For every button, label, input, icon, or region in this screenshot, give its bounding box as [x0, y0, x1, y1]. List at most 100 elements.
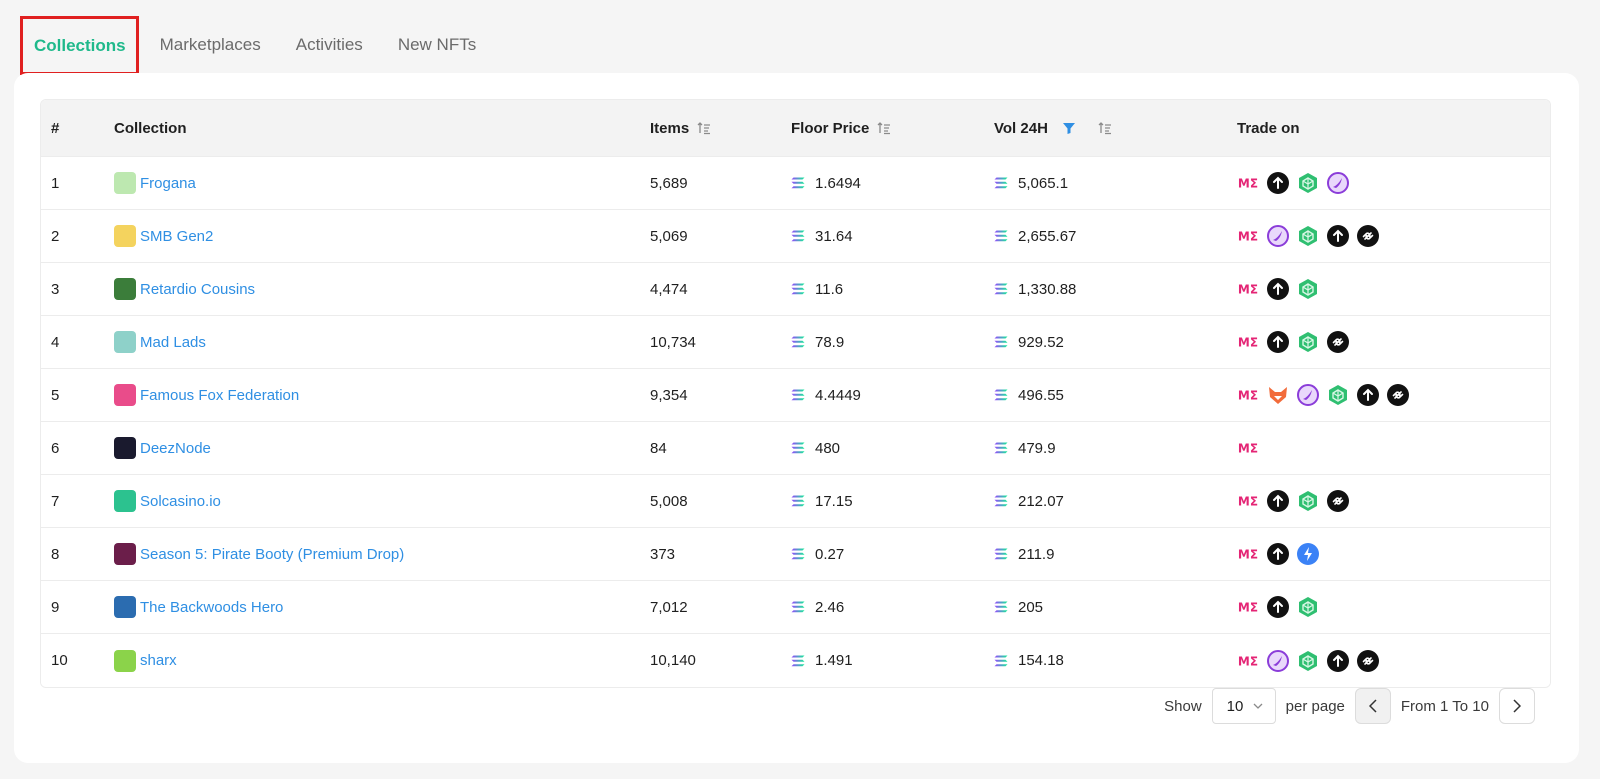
trade-on-cell: MΣ	[1237, 649, 1550, 672]
tab-activities[interactable]: Activities	[296, 33, 363, 57]
hyperspace-icon[interactable]	[1327, 384, 1349, 406]
solanart-icon[interactable]	[1267, 225, 1289, 247]
items-cell: 5,689	[650, 174, 688, 192]
collection-link[interactable]: Season 5: Pirate Booty (Premium Drop)	[140, 546, 404, 563]
collection-link[interactable]: sharx	[140, 652, 177, 669]
sort-icon[interactable]	[1098, 121, 1112, 135]
magic-eden-icon[interactable]: MΣ	[1237, 437, 1259, 459]
collection-link[interactable]: Solcasino.io	[140, 493, 221, 510]
magic-eden-icon[interactable]: MΣ	[1237, 225, 1259, 247]
collection-link[interactable]: Mad Lads	[140, 334, 206, 351]
table-row[interactable]: 5 Famous Fox Federation 9,354 4.4449 496.55 M…	[41, 369, 1550, 422]
magic-eden-icon[interactable]: MΣ	[1237, 331, 1259, 353]
tensor-icon[interactable]	[1357, 384, 1379, 406]
fox-icon[interactable]	[1267, 384, 1289, 406]
vol-24h-cell: 2,655.67	[994, 228, 1237, 245]
tab-new-nfts[interactable]: New NFTs	[398, 33, 476, 57]
collection-avatar[interactable]	[114, 331, 136, 353]
collection-avatar[interactable]	[114, 384, 136, 406]
collection-link[interactable]: Retardio Cousins	[140, 281, 255, 298]
sniper-icon[interactable]	[1357, 649, 1379, 672]
floor-price-value: 0.27	[815, 545, 845, 563]
hyperspace-icon[interactable]	[1297, 490, 1319, 512]
collection-cell: Frogana	[114, 172, 650, 194]
table-row[interactable]: 6 DeezNode 84 480 479.9 MΣ	[41, 422, 1550, 475]
header-items[interactable]: Items	[650, 120, 791, 137]
tensor-icon[interactable]	[1267, 331, 1289, 353]
hyperspace-icon[interactable]	[1297, 225, 1319, 247]
header-collection: Collection	[114, 119, 187, 137]
rank-cell: 10	[51, 652, 68, 669]
collection-avatar[interactable]	[114, 278, 136, 300]
magic-eden-icon[interactable]: MΣ	[1237, 172, 1259, 194]
sort-icon[interactable]	[877, 121, 891, 135]
collection-cell: Solcasino.io	[114, 490, 650, 512]
collection-avatar[interactable]	[114, 172, 136, 194]
hyperspace-icon[interactable]	[1297, 172, 1319, 194]
solanart-icon[interactable]	[1327, 172, 1349, 194]
collection-avatar[interactable]	[114, 596, 136, 618]
collection-link[interactable]: Famous Fox Federation	[140, 387, 299, 404]
collection-avatar[interactable]	[114, 649, 136, 672]
sniper-icon[interactable]	[1327, 490, 1349, 512]
table-row[interactable]: 4 Mad Lads 10,734 78.9 929.52 MΣ	[41, 316, 1550, 369]
tensor-icon[interactable]	[1327, 225, 1349, 247]
rank-cell: 2	[51, 227, 60, 245]
tensor-icon[interactable]	[1327, 649, 1349, 672]
table-row[interactable]: 7 Solcasino.io 5,008 17.15 212.07 MΣ	[41, 475, 1550, 528]
vol-24h-value: 2,655.67	[1018, 227, 1077, 245]
header-vol-24h[interactable]: Vol 24H	[994, 120, 1237, 137]
table-row[interactable]: 1 Frogana 5,689 1.6494 5,065.1 MΣ	[41, 157, 1550, 210]
hyperspace-icon[interactable]	[1297, 278, 1319, 300]
solanart-icon[interactable]	[1267, 649, 1289, 672]
per-page-value: 10	[1226, 697, 1244, 715]
collection-link[interactable]: Frogana	[140, 175, 196, 192]
magic-eden-icon[interactable]: MΣ	[1237, 278, 1259, 300]
tab-collections[interactable]: Collections	[20, 15, 139, 75]
table-row[interactable]: 8 Season 5: Pirate Booty (Premium Drop) 37…	[41, 528, 1550, 581]
collection-link[interactable]: DeezNode	[140, 440, 211, 457]
collection-link[interactable]: The Backwoods Hero	[140, 599, 283, 616]
tensor-icon[interactable]	[1267, 543, 1289, 565]
table-row[interactable]: 10 sharx 10,140 1.491 154.18 MΣ	[41, 634, 1550, 687]
solanart-icon[interactable]	[1297, 384, 1319, 406]
collection-avatar[interactable]	[114, 437, 136, 459]
hyperspace-icon[interactable]	[1297, 650, 1319, 672]
per-page-select[interactable]: 10	[1211, 688, 1276, 724]
floor-price-value: 11.6	[815, 280, 844, 298]
magic-eden-icon[interactable]: MΣ	[1237, 490, 1259, 512]
next-page-button[interactable]	[1499, 688, 1535, 724]
svg-text:MΣ: MΣ	[1238, 495, 1258, 509]
hyperspace-icon[interactable]	[1297, 596, 1319, 618]
magic-eden-icon[interactable]: MΣ	[1237, 596, 1259, 618]
table-row[interactable]: 3 Retardio Cousins 4,474 11.6 1,330.88 MΣ	[41, 263, 1550, 316]
header-floor-price[interactable]: Floor Price	[791, 120, 994, 137]
tensor-icon[interactable]	[1267, 490, 1289, 512]
sniper-icon[interactable]	[1387, 384, 1409, 406]
filter-icon[interactable]	[1062, 121, 1076, 135]
tab-marketplaces[interactable]: Marketplaces	[160, 33, 261, 57]
items-cell: 5,008	[650, 492, 688, 510]
coral-icon[interactable]	[1297, 543, 1319, 565]
tensor-icon[interactable]	[1267, 278, 1289, 300]
table-row[interactable]: 2 SMB Gen2 5,069 31.64 2,655.67 MΣ	[41, 210, 1550, 263]
svg-text:MΣ: MΣ	[1238, 177, 1258, 191]
table-header: # Collection Items Floor Price Vol 24H T…	[41, 100, 1550, 157]
magic-eden-icon[interactable]: MΣ	[1237, 384, 1259, 406]
hyperspace-icon[interactable]	[1297, 331, 1319, 353]
vol-24h-cell: 496.55	[994, 387, 1237, 404]
collection-avatar[interactable]	[114, 490, 136, 512]
magic-eden-icon[interactable]: MΣ	[1237, 543, 1259, 565]
prev-page-button[interactable]	[1354, 688, 1391, 724]
sort-icon[interactable]	[697, 121, 711, 135]
tensor-icon[interactable]	[1267, 596, 1289, 618]
collection-link[interactable]: SMB Gen2	[140, 228, 213, 245]
tensor-icon[interactable]	[1267, 172, 1289, 194]
table-row[interactable]: 9 The Backwoods Hero 7,012 2.46 205 MΣ	[41, 581, 1550, 634]
sniper-icon[interactable]	[1327, 331, 1349, 353]
collection-avatar[interactable]	[114, 543, 136, 565]
chevron-right-icon	[1513, 699, 1521, 713]
collection-avatar[interactable]	[114, 225, 136, 247]
sniper-icon[interactable]	[1357, 225, 1379, 247]
magic-eden-icon[interactable]: MΣ	[1237, 650, 1259, 672]
